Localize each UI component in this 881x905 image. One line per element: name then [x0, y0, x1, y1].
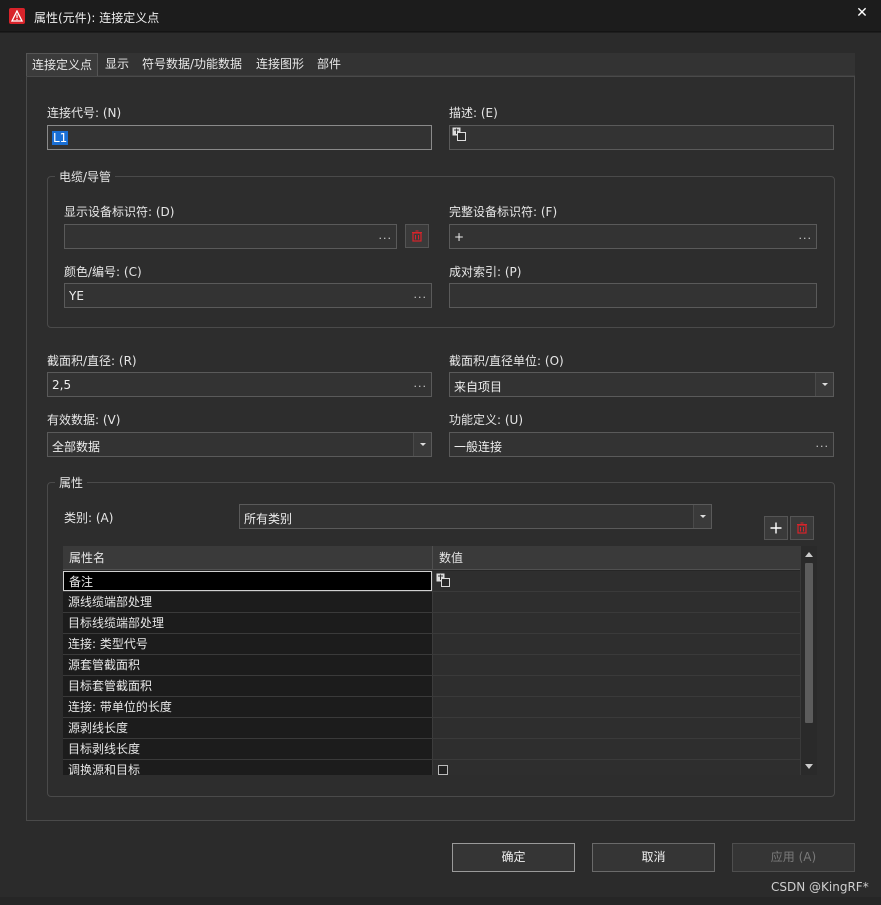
- property-name-cell: 源剥线长度: [63, 718, 432, 738]
- property-value-cell[interactable]: [432, 592, 800, 612]
- full-device-id-label: 完整设备标识符: (F): [449, 205, 558, 219]
- connection-code-value: L1: [52, 131, 69, 145]
- cross-section-browse[interactable]: ...: [414, 377, 428, 390]
- ok-button[interactable]: 确定: [452, 843, 575, 872]
- column-header-property-name[interactable]: 属性名: [63, 546, 432, 570]
- color-number-browse[interactable]: ...: [414, 288, 428, 301]
- watermark: CSDN @KingRF*: [771, 880, 869, 894]
- properties-group-title: 属性: [55, 474, 88, 491]
- valid-data-select[interactable]: 全部数据: [47, 432, 432, 457]
- table-row[interactable]: 调换源和目标: [63, 760, 800, 775]
- table-row[interactable]: 目标线缆端部处理: [63, 613, 800, 634]
- property-name-cell: 目标套管截面积: [63, 676, 432, 696]
- display-device-id-browse[interactable]: ...: [379, 229, 393, 242]
- function-definition-browse[interactable]: ...: [816, 437, 830, 450]
- swap-source-target-checkbox[interactable]: [438, 765, 448, 775]
- full-device-id-browse[interactable]: ...: [799, 229, 813, 242]
- table-row[interactable]: 目标剥线长度: [63, 739, 800, 760]
- property-name-cell: 连接: 带单位的长度: [63, 697, 432, 717]
- app-logo-icon: [9, 8, 25, 24]
- color-number-value: YE: [69, 289, 84, 303]
- table-header: 属性名 数值: [63, 546, 800, 570]
- cross-section-field[interactable]: 2,5 ...: [47, 372, 432, 397]
- valid-data-value: 全部数据: [52, 440, 101, 454]
- description-field[interactable]: [449, 125, 834, 150]
- pair-index-field[interactable]: [449, 283, 817, 308]
- property-value-cell[interactable]: [432, 655, 800, 675]
- dropdown-arrow-icon[interactable]: [815, 373, 833, 396]
- column-header-value[interactable]: 数值: [432, 546, 800, 570]
- table-row[interactable]: 源套管截面积: [63, 655, 800, 676]
- window-bottom-edge: [0, 897, 881, 905]
- tab-display[interactable]: 显示: [100, 53, 134, 76]
- properties-table: 属性名 数值 备注 源线缆端部处理 目标线缆端部处理 连接: 类型代号 源套管截…: [63, 546, 817, 775]
- trash-icon[interactable]: [405, 224, 429, 248]
- table-row[interactable]: 源线缆端部处理: [63, 592, 800, 613]
- full-device-id-field[interactable]: + ...: [449, 224, 817, 249]
- tab-symbol-function-data[interactable]: 符号数据/功能数据: [137, 53, 247, 76]
- color-number-field[interactable]: YE ...: [64, 283, 432, 308]
- dropdown-arrow-icon[interactable]: [693, 505, 711, 528]
- display-device-id-label: 显示设备标识符: (D): [64, 205, 175, 219]
- property-name-cell: 源线缆端部处理: [63, 592, 432, 612]
- property-value-cell[interactable]: [432, 634, 800, 654]
- cross-section-label: 截面积/直径: (R): [47, 354, 137, 368]
- translate-icon[interactable]: [452, 127, 466, 141]
- function-definition-field[interactable]: 一般连接 ...: [449, 432, 834, 457]
- plus-icon[interactable]: [764, 516, 788, 540]
- translate-icon[interactable]: [436, 573, 450, 587]
- property-name-cell: 目标剥线长度: [63, 739, 432, 759]
- table-row[interactable]: 连接: 带单位的长度: [63, 697, 800, 718]
- valid-data-label: 有效数据: (V): [47, 413, 121, 427]
- property-value-cell[interactable]: [432, 739, 800, 759]
- display-device-id-field[interactable]: ...: [64, 224, 397, 249]
- cross-section-unit-select[interactable]: 来自项目: [449, 372, 834, 397]
- apply-button[interactable]: 应用 (A): [732, 843, 855, 872]
- cable-conduit-group-title: 电缆/导管: [55, 168, 116, 185]
- tab-connection-graphics[interactable]: 连接图形: [251, 53, 309, 76]
- property-value-cell[interactable]: [432, 718, 800, 738]
- property-value-cell[interactable]: [432, 676, 800, 696]
- tab-parts[interactable]: 部件: [312, 53, 346, 76]
- cross-section-value: 2,5: [52, 378, 72, 392]
- property-name-cell: 调换源和目标: [63, 760, 432, 775]
- tab-connection-definition-point[interactable]: 连接定义点: [26, 53, 99, 76]
- trash-icon[interactable]: [790, 516, 814, 540]
- property-value-cell[interactable]: [432, 571, 800, 591]
- function-definition-label: 功能定义: (U): [449, 413, 524, 427]
- table-row[interactable]: 源剥线长度: [63, 718, 800, 739]
- table-row[interactable]: 连接: 类型代号: [63, 634, 800, 655]
- scroll-down-icon[interactable]: [805, 764, 813, 769]
- table-row[interactable]: 备注: [63, 571, 800, 592]
- category-value: 所有类别: [244, 512, 293, 526]
- scroll-thumb[interactable]: [805, 563, 813, 723]
- property-name-cell: 源套管截面积: [63, 655, 432, 675]
- property-value-cell[interactable]: [432, 760, 800, 775]
- cross-section-unit-label: 截面积/直径单位: (O): [449, 354, 564, 368]
- cross-section-unit-value: 来自项目: [454, 380, 503, 394]
- tab-bar: 连接定义点 显示 符号数据/功能数据 连接图形 部件: [26, 53, 855, 76]
- connection-code-field[interactable]: L1: [47, 125, 432, 150]
- table-row[interactable]: 目标套管截面积: [63, 676, 800, 697]
- pair-index-label: 成对索引: (P): [449, 265, 522, 279]
- property-value-cell[interactable]: [432, 697, 800, 717]
- property-value-cell[interactable]: [432, 613, 800, 633]
- property-name-cell: 备注: [63, 571, 432, 591]
- window-title: 属性(元件): 连接定义点: [34, 11, 160, 25]
- category-select[interactable]: 所有类别: [239, 504, 712, 529]
- table-scrollbar[interactable]: [800, 546, 817, 775]
- function-definition-value: 一般连接: [454, 440, 503, 454]
- description-label: 描述: (E): [449, 106, 498, 120]
- title-bar: 属性(元件): 连接定义点 ✕: [0, 0, 881, 32]
- property-name-cell: 目标线缆端部处理: [63, 613, 432, 633]
- color-number-label: 颜色/编号: (C): [64, 265, 142, 279]
- cancel-button[interactable]: 取消: [592, 843, 715, 872]
- property-name-cell: 连接: 类型代号: [63, 634, 432, 654]
- category-label: 类别: (A): [64, 511, 114, 525]
- dropdown-arrow-icon[interactable]: [413, 433, 431, 456]
- connection-code-label: 连接代号: (N): [47, 106, 122, 120]
- scroll-up-icon[interactable]: [805, 552, 813, 557]
- full-device-id-value: +: [454, 230, 465, 244]
- close-icon[interactable]: ✕: [850, 4, 874, 24]
